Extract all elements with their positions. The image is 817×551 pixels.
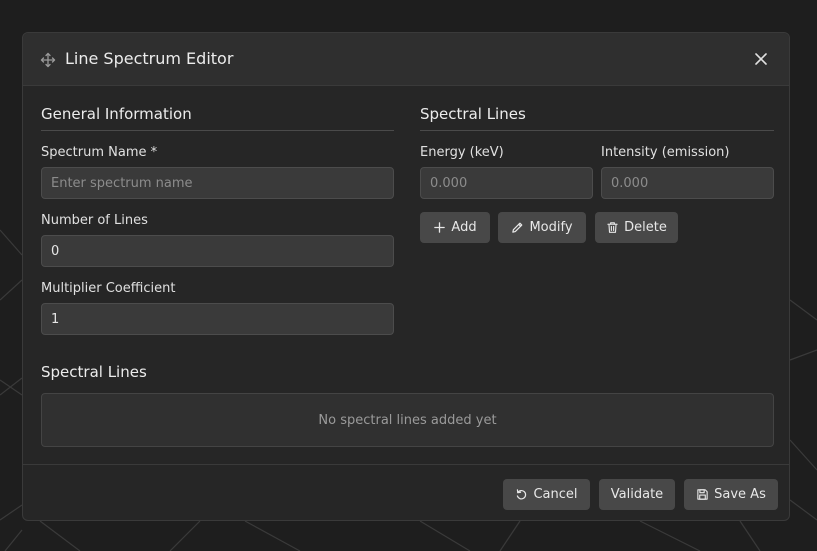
pencil-icon (512, 222, 523, 233)
validate-label: Validate (610, 487, 664, 502)
spectral-lines-editor-divider (420, 130, 774, 131)
spectral-lines-editor-heading: Spectral Lines (420, 105, 526, 123)
general-information-heading: General Information (41, 105, 192, 123)
spectrum-name-label: Spectrum Name * (41, 145, 158, 160)
dialog-header[interactable]: Line Spectrum Editor (23, 33, 789, 86)
energy-label: Energy (keV) (420, 145, 504, 160)
delete-line-label: Delete (624, 220, 667, 235)
save-icon (697, 489, 708, 500)
general-information-divider (41, 130, 394, 131)
spectrum-name-input[interactable] (41, 167, 394, 199)
number-of-lines-label: Number of Lines (41, 213, 148, 228)
empty-list-message: No spectral lines added yet (318, 412, 497, 428)
undo-icon (517, 489, 527, 500)
intensity-input[interactable] (601, 167, 774, 199)
modify-line-label: Modify (529, 220, 573, 235)
delete-line-button[interactable]: Delete (595, 212, 678, 243)
trash-icon (607, 222, 618, 233)
energy-input[interactable] (420, 167, 593, 199)
dialog-title: Line Spectrum Editor (65, 49, 234, 68)
multiplier-coefficient-input[interactable] (41, 303, 394, 335)
validate-button[interactable]: Validate (599, 479, 675, 510)
spectral-lines-list-heading: Spectral Lines (41, 363, 147, 381)
line-spectrum-editor-dialog: Line Spectrum Editor General Information… (22, 32, 790, 521)
save-as-label: Save As (714, 487, 766, 502)
multiplier-coefficient-label: Multiplier Coefficient (41, 281, 176, 296)
add-line-label: Add (451, 220, 477, 235)
cancel-button[interactable]: Cancel (503, 479, 590, 510)
move-icon[interactable] (40, 52, 56, 68)
number-of-lines-input[interactable] (41, 235, 394, 267)
add-line-button[interactable]: Add (420, 212, 490, 243)
spectral-lines-list: No spectral lines added yet (41, 393, 774, 447)
modify-line-button[interactable]: Modify (498, 212, 586, 243)
footer-divider (23, 464, 789, 465)
save-as-button[interactable]: Save As (684, 479, 778, 510)
plus-icon (434, 222, 446, 233)
intensity-label: Intensity (emission) (601, 145, 730, 160)
close-icon[interactable] (753, 51, 769, 67)
cancel-label: Cancel (533, 487, 578, 502)
